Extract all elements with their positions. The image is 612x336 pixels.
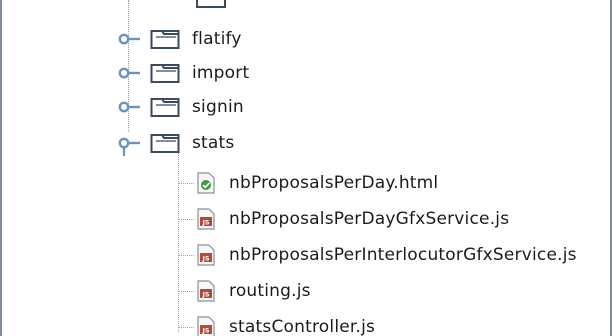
folder-icon <box>150 134 180 153</box>
js-file-icon: JS <box>197 316 215 336</box>
tree-connector <box>178 291 194 292</box>
tree-connector <box>178 255 194 256</box>
tree-connector <box>178 183 194 184</box>
tree-left-border <box>0 0 2 336</box>
file-label: statsController.js <box>229 317 376 336</box>
file-label: nbProposalsPerDay.html <box>229 173 439 193</box>
tree-connector <box>178 327 194 328</box>
expand-toggle-icon[interactable] <box>118 66 140 80</box>
tree-file-statscontroller-js[interactable]: JS statsController.js <box>196 309 375 336</box>
clipped-folder-icon <box>196 0 226 8</box>
js-file-icon: JS <box>197 208 215 230</box>
project-tree: flatify import signin stats nbProposalsP… <box>0 0 612 336</box>
folder-icon <box>150 98 180 117</box>
tree-connector-stats <box>178 152 179 332</box>
file-label: nbProposalsPerInterlocutorGfxService.js <box>229 245 577 265</box>
tree-file-nbproposalsperdaygfxservice-js[interactable]: JS nbProposalsPerDayGfxService.js <box>196 201 509 237</box>
js-file-icon: JS <box>197 280 215 302</box>
svg-text:JS: JS <box>201 218 209 226</box>
svg-text:JS: JS <box>201 254 209 262</box>
file-label: nbProposalsPerDayGfxService.js <box>229 209 510 229</box>
collapse-toggle-icon[interactable] <box>118 136 140 156</box>
folder-icon <box>150 30 180 49</box>
expand-toggle-icon[interactable] <box>118 100 140 114</box>
js-file-icon: JS <box>197 244 215 266</box>
tree-file-nbproposalsperday-html[interactable]: nbProposalsPerDay.html <box>196 165 438 201</box>
file-label: routing.js <box>229 281 311 301</box>
tree-connector <box>178 219 194 220</box>
folder-label: flatify <box>192 29 242 49</box>
tree-folder-signin[interactable]: signin <box>118 89 244 125</box>
html-file-icon <box>197 172 215 194</box>
tree-file-routing-js[interactable]: JS routing.js <box>196 273 311 309</box>
folder-label: stats <box>192 133 235 153</box>
folder-label: import <box>192 63 250 83</box>
folder-icon <box>150 64 180 83</box>
expand-toggle-icon[interactable] <box>118 32 140 46</box>
tree-folder-flatify[interactable]: flatify <box>118 21 242 57</box>
svg-text:JS: JS <box>201 290 209 298</box>
folder-label: signin <box>192 97 244 117</box>
tree-folder-import[interactable]: import <box>118 55 249 91</box>
tree-folder-stats[interactable]: stats <box>118 125 234 161</box>
svg-text:JS: JS <box>201 326 209 334</box>
tree-file-nbproposalsperinterlocutorgfxservice-js[interactable]: JS nbProposalsPerInterlocutorGfxService.… <box>196 237 577 273</box>
